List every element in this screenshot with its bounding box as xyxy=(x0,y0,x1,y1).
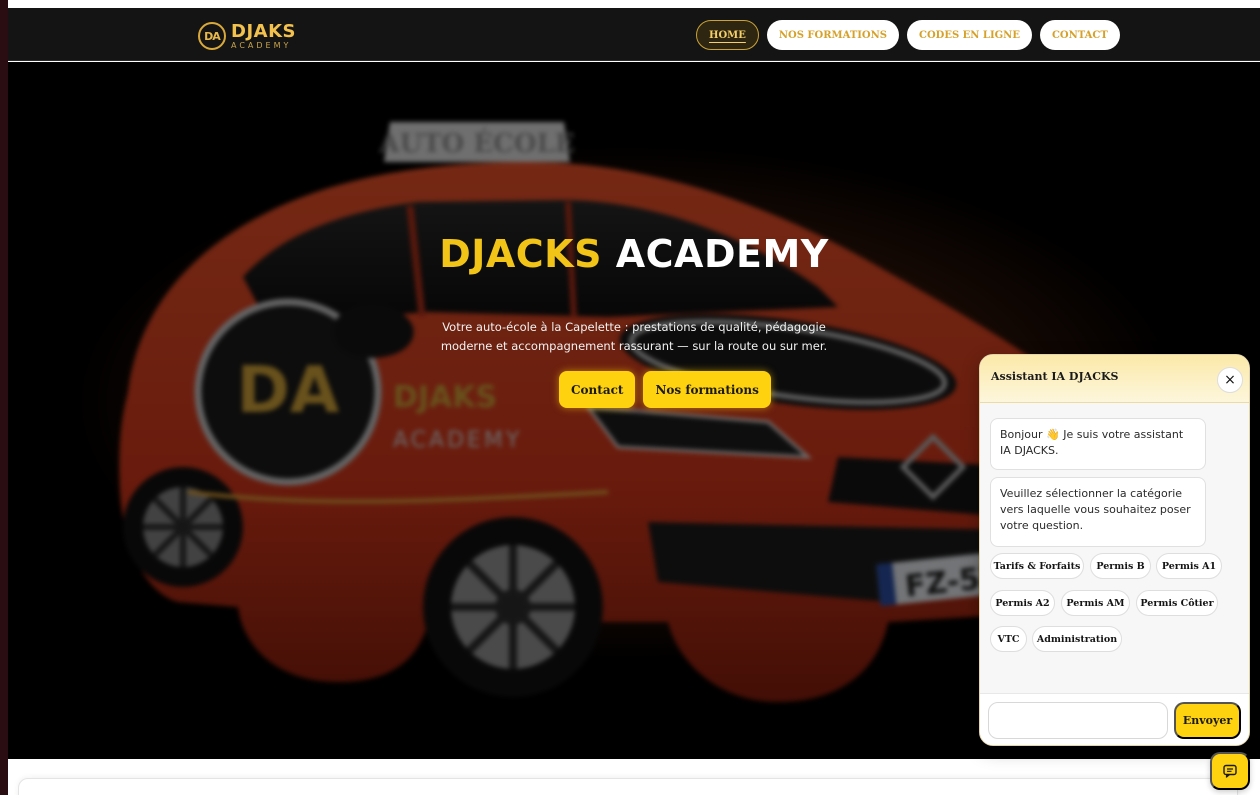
chip-administration[interactable]: Administration xyxy=(1032,626,1122,652)
chat-footer: Envoyer xyxy=(980,693,1249,745)
chip-permis-a2[interactable]: Permis A2 xyxy=(990,590,1055,616)
hero-title-brand: DJACKS xyxy=(439,232,602,276)
door-name-text: DJAKS xyxy=(393,380,497,415)
nav-item-formations[interactable]: NOS FORMATIONS xyxy=(766,20,900,50)
ai-chat-widget: Assistant IA DJACKS × Bonjour 👋 Je suis … xyxy=(979,354,1250,746)
logo-monogram-icon: DA xyxy=(198,22,226,50)
chat-send-button[interactable]: Envoyer xyxy=(1174,702,1241,739)
hero-title: DJACKS ACADEMY xyxy=(8,232,1260,276)
chip-vtc[interactable]: VTC xyxy=(990,626,1027,652)
main-nav: HOME NOS FORMATIONS CODES EN LIGNE CONTA… xyxy=(696,20,1120,50)
nav-item-codes-en-ligne[interactable]: CODES EN LIGNE xyxy=(907,20,1032,50)
logo-text: DJAKS ACADEMY xyxy=(231,20,296,50)
logo-name: DJAKS xyxy=(231,20,296,42)
chip-permis-b[interactable]: Permis B xyxy=(1090,553,1151,579)
nav-item-home[interactable]: HOME xyxy=(696,20,759,50)
chat-bubble-icon xyxy=(1223,764,1237,778)
chat-close-button[interactable]: × xyxy=(1217,367,1243,393)
chat-message-prompt: Veuillez sélectionner la catégorie vers … xyxy=(990,477,1206,547)
chat-toggle-button[interactable] xyxy=(1210,752,1250,790)
door-tagline-text: ACADEMY xyxy=(393,428,522,453)
chip-permis-a1[interactable]: Permis A1 xyxy=(1156,553,1222,579)
page: DA DJAKS ACADEMY HOME NOS FORMATIONS COD… xyxy=(0,0,1260,795)
chip-tarifs-forfaits[interactable]: Tarifs & Forfaits xyxy=(990,553,1084,579)
logo-tagline: ACADEMY xyxy=(231,40,292,50)
door-logo-text: DA xyxy=(237,354,340,428)
content-section-card xyxy=(18,778,1238,795)
navbar: DA DJAKS ACADEMY HOME NOS FORMATIONS COD… xyxy=(8,8,1260,61)
chat-title: Assistant IA DJACKS xyxy=(991,370,1119,383)
brand-logo[interactable]: DA DJAKS ACADEMY xyxy=(198,20,296,52)
chip-permis-cotier[interactable]: Permis Côtier xyxy=(1136,590,1218,616)
hero-title-academy: ACADEMY xyxy=(615,232,829,276)
hero-formations-button[interactable]: Nos formations xyxy=(643,371,771,408)
chat-message-input[interactable] xyxy=(988,702,1168,739)
chat-header: Assistant IA DJACKS × xyxy=(980,355,1249,403)
hero-subtitle: Votre auto-école à la Capelette : presta… xyxy=(440,320,828,353)
hero-contact-button[interactable]: Contact xyxy=(559,371,636,408)
hero-buttons: Contact Nos formations xyxy=(559,371,771,408)
roof-sign-text: AUTO ÉCOLE xyxy=(378,127,574,159)
chat-message-greeting: Bonjour 👋 Je suis votre assistant IA DJA… xyxy=(990,418,1206,470)
window-edge xyxy=(0,0,8,795)
chat-messages: Bonjour 👋 Je suis votre assistant IA DJA… xyxy=(980,403,1249,693)
nav-item-contact[interactable]: CONTACT xyxy=(1039,20,1120,50)
chip-permis-am[interactable]: Permis AM xyxy=(1061,590,1130,616)
